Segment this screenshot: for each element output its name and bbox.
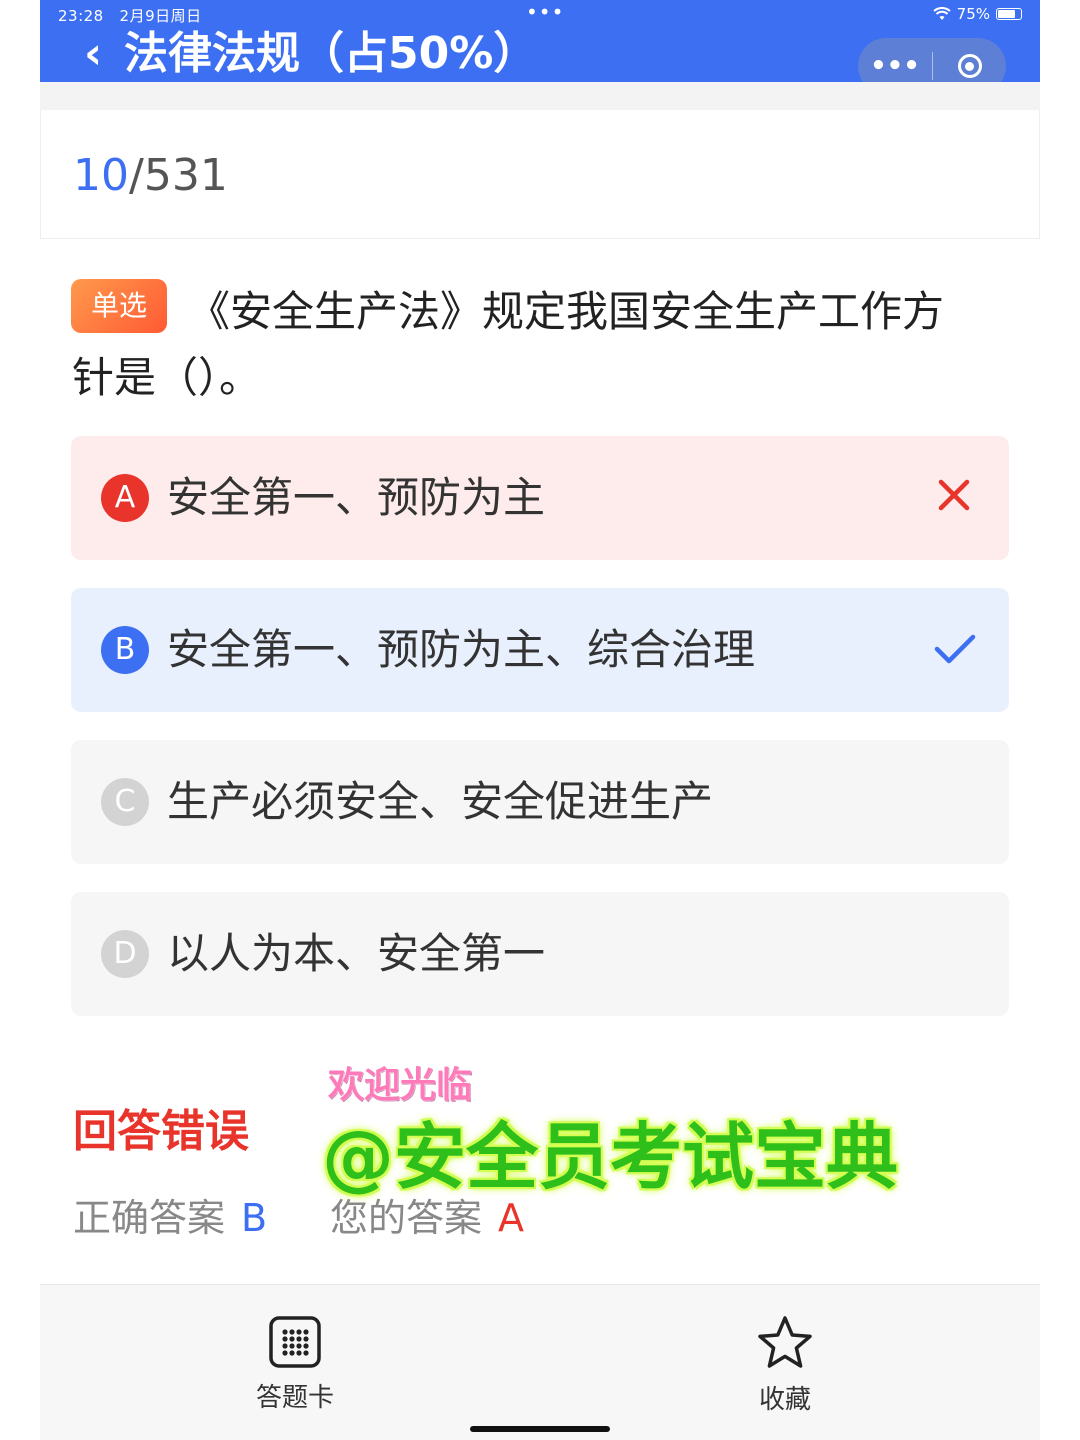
- result-title: 回答错误: [73, 1106, 249, 1157]
- progress-slash: /: [129, 150, 144, 201]
- option-letter-b: B: [101, 626, 149, 674]
- wifi-icon: [932, 7, 951, 20]
- option-letter-d: D: [101, 930, 149, 978]
- status-date: 2月9日周日: [119, 7, 202, 25]
- progress-panel: 10/531: [40, 110, 1040, 239]
- option-text-b: 安全第一、预防为主、综合治理: [167, 625, 756, 674]
- target-icon: [957, 54, 982, 78]
- option-a[interactable]: A 安全第一、预防为主: [71, 436, 1009, 560]
- option-b[interactable]: B 安全第一、预防为主、综合治理: [71, 588, 1009, 712]
- top-header: 23:28 2月9日周日 ••• 75% ‹ 法律法规（占50%） •••: [40, 0, 1040, 94]
- status-bar-right: 75%: [932, 5, 1022, 23]
- option-c[interactable]: C 生产必须安全、安全促进生产: [71, 740, 1009, 864]
- option-text-d: 以人为本、安全第一: [167, 929, 546, 978]
- star-icon: [758, 1316, 812, 1368]
- back-arrow-icon[interactable]: ‹: [84, 30, 102, 78]
- bottom-toolbar: 答题卡 收藏: [40, 1284, 1040, 1440]
- favorite-label: 收藏: [758, 1385, 811, 1415]
- question-progress: 10/531: [73, 152, 228, 200]
- home-indicator[interactable]: [470, 1426, 610, 1432]
- question-type-badge: 单选: [71, 279, 167, 333]
- option-letter-a: A: [101, 474, 149, 522]
- status-time: 23:28: [58, 7, 104, 25]
- answer-card-button[interactable]: 答题卡: [215, 1315, 375, 1415]
- option-text-c: 生产必须安全、安全促进生产: [167, 777, 714, 826]
- progress-current: 10: [73, 150, 129, 201]
- correct-check-icon: [934, 634, 976, 664]
- correct-answer-row: 正确答案 B: [73, 1192, 267, 1244]
- option-text-a: 安全第一、预防为主: [167, 473, 546, 522]
- close-mini-program-button[interactable]: [933, 54, 1006, 78]
- option-letter-c: C: [101, 778, 149, 826]
- watermark-account: @安全员考试宝典: [322, 1115, 899, 1199]
- correct-answer-label: 正确答案: [73, 1196, 226, 1240]
- wrong-cross-icon: [938, 479, 970, 511]
- app-frame: 23:28 2月9日周日 ••• 75% ‹ 法律法规（占50%） ••• 10…: [40, 0, 1040, 1440]
- header-spacer: [40, 82, 1040, 110]
- grid-icon: [269, 1316, 321, 1368]
- question-text-line2: 针是（）。: [72, 353, 262, 402]
- favorite-button[interactable]: 收藏: [705, 1315, 865, 1417]
- progress-total: 531: [143, 150, 228, 201]
- page-title: 法律法规（占50%）: [124, 28, 538, 79]
- question-text-line1: 《安全生产法》规定我国安全生产工作方: [188, 287, 945, 336]
- status-bar-datetime: 23:28 2月9日周日: [58, 5, 202, 26]
- battery-percent: 75%: [956, 5, 990, 23]
- your-answer-label: 您的答案: [330, 1196, 483, 1240]
- watermark-welcome: 欢迎光临: [328, 1065, 473, 1106]
- answer-card-label: 答题卡: [255, 1383, 334, 1413]
- your-answer-value: A: [498, 1196, 525, 1240]
- option-d[interactable]: D 以人为本、安全第一: [71, 892, 1009, 1016]
- battery-icon: [996, 8, 1022, 20]
- correct-answer-value: B: [241, 1196, 268, 1240]
- multitask-dots-icon[interactable]: •••: [526, 0, 564, 24]
